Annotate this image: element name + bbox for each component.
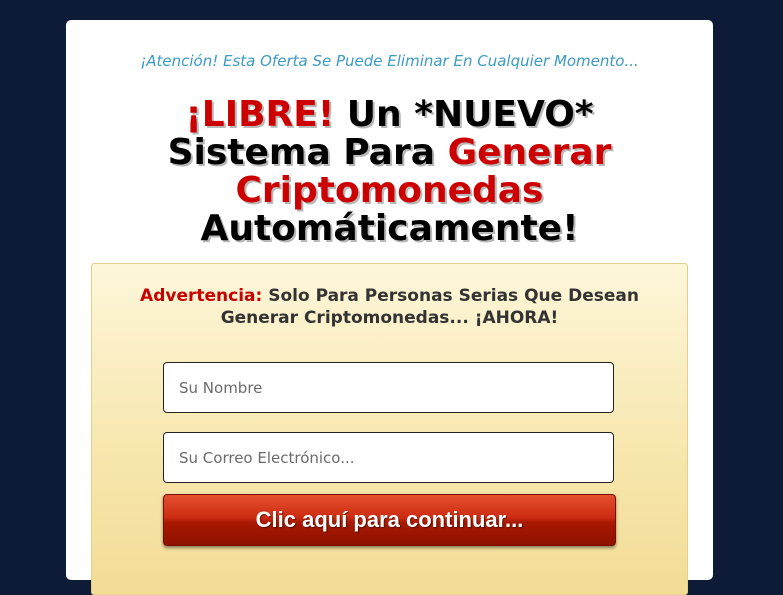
warning-label: Advertencia: [140, 286, 263, 306]
email-input[interactable] [163, 432, 614, 483]
headline-new-text: Un *NUEVO* [334, 94, 594, 135]
headline-line-1: ¡LIBRE! Un *NUEVO* [66, 96, 713, 134]
headline-generate-word: Generar [447, 132, 612, 173]
headline-crypto-word: Criptomonedas [235, 170, 544, 211]
name-input[interactable] [163, 362, 614, 413]
headline-automatic-word: Automáticamente! [200, 208, 579, 249]
page-headline: ¡LIBRE! Un *NUEVO* Sistema Para Generar … [66, 96, 713, 248]
headline-line-2: Sistema Para Generar [66, 134, 713, 172]
warning-text: Solo Para Personas Serias Que Desean Gen… [220, 286, 639, 328]
headline-free-word: ¡LIBRE! [185, 94, 335, 135]
signup-panel: Advertencia: Solo Para Personas Serias Q… [91, 263, 688, 595]
attention-notice: ¡Atención! Esta Oferta Se Puede Eliminar… [140, 52, 639, 70]
warning-message: Advertencia: Solo Para Personas Serias Q… [108, 285, 671, 329]
offer-card: ¡Atención! Esta Oferta Se Puede Eliminar… [66, 20, 713, 595]
continue-button[interactable]: Clic aquí para continuar... [163, 494, 616, 546]
headline-system-text: Sistema Para [167, 132, 448, 173]
